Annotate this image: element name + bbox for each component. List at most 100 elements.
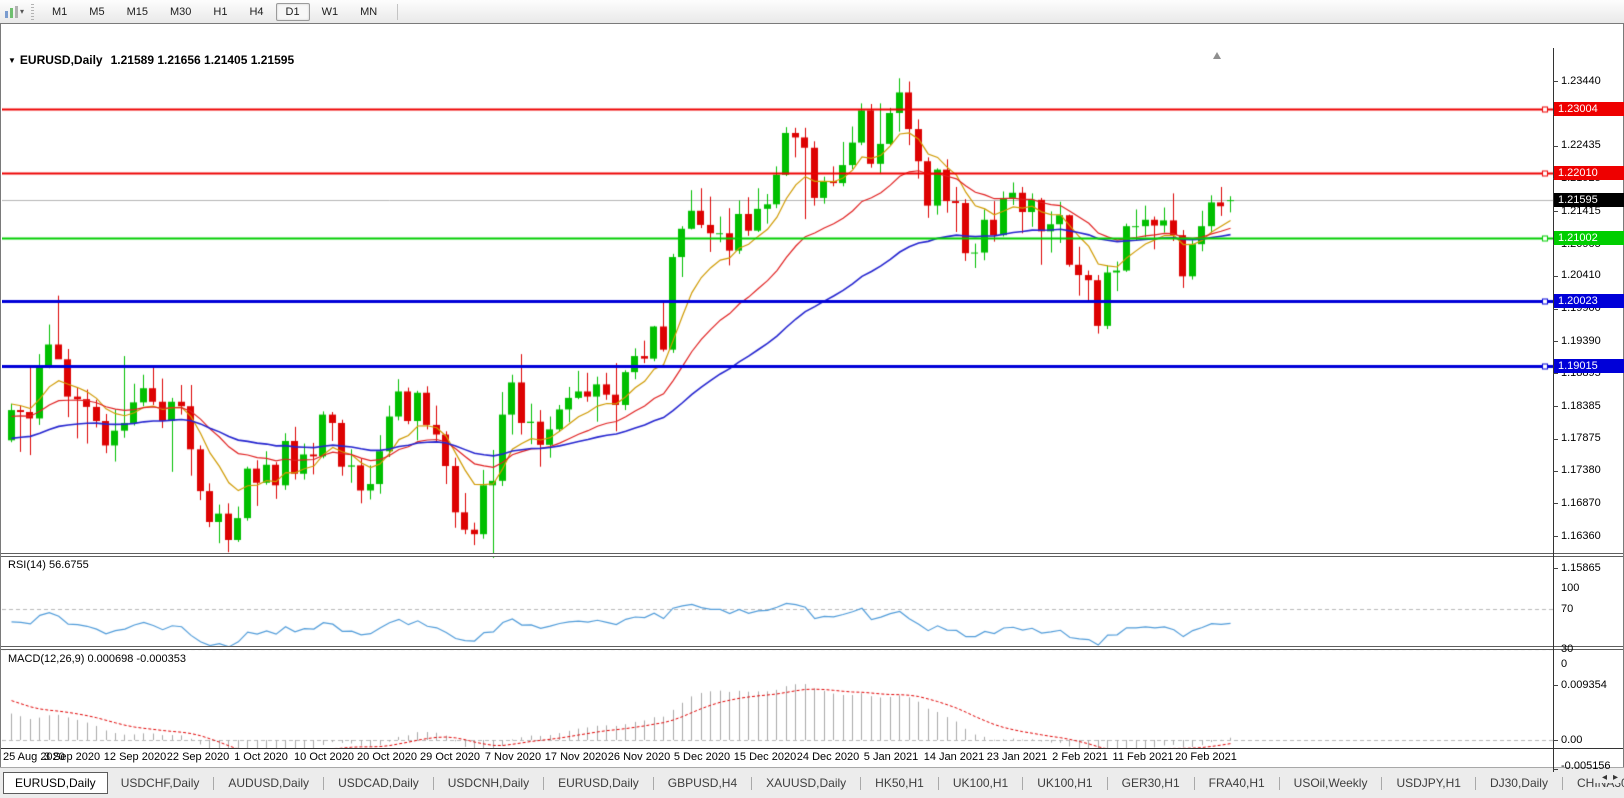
tab-scroll-arrows: ◂▸ [1595,772,1621,783]
price-axis-tickmark [1553,146,1558,147]
macd-axis-tickmark [1553,740,1558,741]
macd-axis-tickmark [1553,685,1558,686]
price-axis-label: 1.17380 [1561,464,1601,476]
macd-axis-tickmark [1553,769,1558,770]
date-axis-label: 20 Oct 2020 [357,751,417,763]
rsi-axis-label: 30 [1561,643,1573,655]
timeframe-button-w1[interactable]: W1 [312,3,349,21]
price-axis-tickmark [1553,439,1558,440]
chart-tab-xauusd-daily[interactable]: XAUUSD,Daily [758,773,854,793]
top-toolbar: ▾ M1M5M15M30H1H4D1W1MN [0,0,1624,24]
date-axis-label: 17 Nov 2020 [545,751,607,763]
date-axis-label: 2 Feb 2021 [1052,751,1108,763]
price-axis-tickmark [1553,471,1558,472]
symbol-label: EURUSD,Daily [20,53,103,67]
timeframe-button-h1[interactable]: H1 [203,3,237,21]
date-axis-label: 12 Sep 2020 [104,751,166,763]
date-axis-label: 22 Sep 2020 [167,751,229,763]
date-axis-label: 3 Sep 2020 [44,751,100,763]
price-axis-border [1553,48,1554,772]
price-axis-tickmark [1553,536,1558,537]
tab-separator [323,777,324,790]
date-axis-label: 7 Nov 2020 [485,751,541,763]
level-price-badge: 1.20023 [1554,294,1624,308]
panel-separator-rsi[interactable] [1,553,1623,557]
price-axis-label: 1.18385 [1561,400,1601,412]
chart-tab-gbpusd-h4[interactable]: GBPUSD,H4 [660,773,745,793]
tab-separator [543,777,544,790]
timeframe-button-d1[interactable]: D1 [276,3,310,21]
price-axis-label: 1.22435 [1561,139,1601,151]
macd-axis-label: 0.00 [1561,734,1582,746]
date-axis-label: 10 Oct 2020 [294,751,354,763]
rsi-axis-label: 70 [1561,603,1573,615]
price-axis-tickmark [1553,211,1558,212]
price-axis-label: 1.20410 [1561,269,1601,281]
price-axis-tickmark [1553,503,1558,504]
level-price-badge: 1.23004 [1554,102,1624,116]
tab-scroll-right-button[interactable]: ▸ [1613,772,1618,783]
timeframe-button-mn[interactable]: MN [350,3,387,21]
panel-separator-macd[interactable] [1,646,1623,650]
toolbar-dropdown-arrow-icon[interactable]: ▾ [20,7,24,16]
date-axis-label: 20 Feb 2021 [1175,751,1237,763]
chart-tab-usdchf-daily[interactable]: USDCHF,Daily [113,773,208,793]
level-price-badge: 1.21002 [1554,231,1624,245]
chart-tab-dj30-daily[interactable]: DJ30,Daily [1482,773,1556,793]
chart-tab-uk100-h1[interactable]: UK100,H1 [945,773,1016,793]
timeframe-button-m1[interactable]: M1 [42,3,77,21]
date-axis-label: 29 Oct 2020 [420,751,480,763]
tab-separator [433,777,434,790]
collapse-arrow-icon[interactable]: ▼ [8,56,16,65]
date-axis-label: 24 Dec 2020 [797,751,859,763]
price-axis-label: 1.16360 [1561,530,1601,542]
price-axis-tickmark [1553,406,1558,407]
date-axis-label: 15 Dec 2020 [734,751,796,763]
chart-tab-eurusd-daily[interactable]: EURUSD,Daily [550,773,647,793]
date-axis-label: 5 Jan 2021 [864,751,918,763]
macd-indicator-label: MACD(12,26,9) 0.000698 -0.000353 [8,653,186,665]
trading-terminal: ▾ M1M5M15M30H1H4D1W1MN ▼ EURUSD,Daily 1.21… [0,0,1624,798]
chart-tab-usdcnh-daily[interactable]: USDCNH,Daily [440,773,537,793]
timeframe-button-h4[interactable]: H4 [239,3,273,21]
rsi-indicator-label: RSI(14) 56.6755 [8,559,89,571]
tab-separator [1107,777,1108,790]
chart-tab-usdcad-daily[interactable]: USDCAD,Daily [330,773,427,793]
chart-symbol-title[interactable]: ▼ EURUSD,Daily 1.21589 1.21656 1.21405 1.2… [8,53,294,67]
tab-separator [860,777,861,790]
chart-tab-usoil-weekly[interactable]: USOil,Weekly [1286,773,1376,793]
level-price-badge: 1.22010 [1554,166,1624,180]
date-axis-label: 23 Jan 2021 [987,751,1048,763]
chart-tab-audusd-daily[interactable]: AUDUSD,Daily [220,773,317,793]
price-axis-label: 1.23440 [1561,75,1601,87]
date-axis-label: 11 Feb 2021 [1113,751,1174,763]
timeframe-button-m30[interactable]: M30 [160,3,201,21]
tab-separator [1381,777,1382,790]
date-axis-label: 14 Jan 2021 [924,751,985,763]
timeframe-button-m15[interactable]: M15 [117,3,158,21]
ohlc-values: 1.21589 1.21656 1.21405 1.21595 [111,53,295,67]
timeframe-button-m5[interactable]: M5 [79,3,114,21]
tab-separator [1279,777,1280,790]
chart-tab-usdjpy-h1[interactable]: USDJPY,H1 [1388,773,1468,793]
chart-tab-uk100-h1[interactable]: UK100,H1 [1029,773,1100,793]
current-price-badge: 1.21595 [1554,193,1624,207]
price-axis-tickmark [1553,309,1558,310]
price-axis-label: 1.19390 [1561,335,1601,347]
tab-separator [1562,777,1563,790]
date-axis-label: 5 Dec 2020 [674,751,730,763]
tab-separator [213,777,214,790]
chart-tab-hk50-h1[interactable]: HK50,H1 [867,773,932,793]
chart-tab-eurusd-daily[interactable]: EURUSD,Daily [3,772,108,794]
rsi-axis-label: 0 [1561,658,1567,670]
toolbar-grip-handle[interactable] [31,4,34,20]
chart-shift-marker[interactable] [1213,52,1221,59]
chart-tab-fra40-h1[interactable]: FRA40,H1 [1201,773,1273,793]
chart-tab-ger30-h1[interactable]: GER30,H1 [1114,773,1188,793]
tab-separator [653,777,654,790]
tab-separator [751,777,752,790]
tab-scroll-left-button[interactable]: ◂ [1602,772,1607,783]
chart-canvas[interactable] [2,48,1553,772]
chart-window: ▼ EURUSD,Daily 1.21589 1.21656 1.21405 1.2… [0,23,1624,768]
timeframes-toolbar-icon[interactable] [2,4,20,20]
